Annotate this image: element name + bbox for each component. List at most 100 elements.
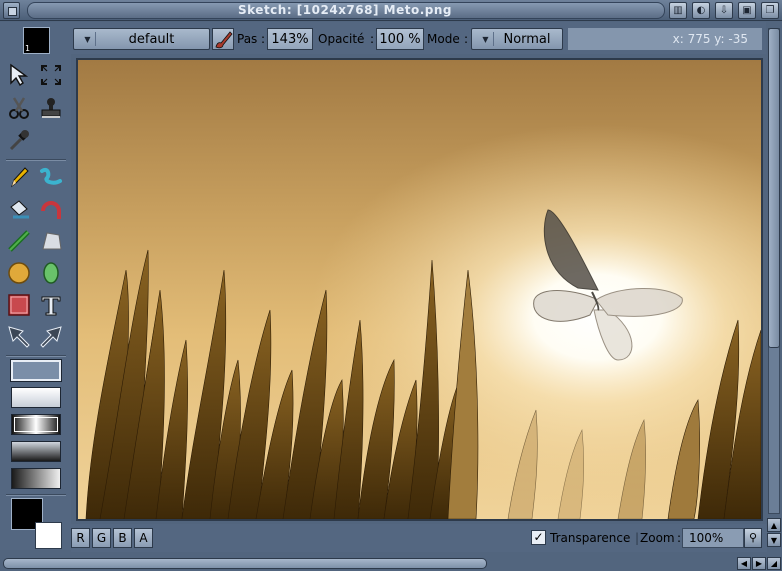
arrow-right-icon: ▶	[755, 559, 763, 568]
ellipse-tool-button[interactable]	[37, 259, 65, 287]
fill-style-framed-gradient-button[interactable]	[11, 414, 61, 435]
chevron-down-icon: ▼	[478, 32, 494, 46]
status-bar: R G B A ✓ Transparence | Zoom : 100% ⚲	[71, 524, 767, 552]
scroll-left-button[interactable]: ◀	[737, 557, 751, 570]
line-tool-button[interactable]	[5, 227, 33, 255]
eyedropper-tool-button[interactable]	[5, 126, 33, 154]
pencil-icon	[11, 167, 29, 188]
pas-label: Pas	[237, 32, 258, 46]
stamp-icon	[41, 98, 61, 118]
drawing-canvas[interactable]	[76, 58, 763, 521]
scroll-right-button[interactable]: ▶	[752, 557, 766, 570]
stamp-tool-button[interactable]	[37, 94, 65, 122]
depth-icon: ❐	[765, 5, 775, 16]
iconify-button[interactable]: ◐	[692, 2, 710, 19]
arrow-pointer-icon	[10, 63, 29, 86]
scroll-up-button[interactable]: ▲	[767, 518, 781, 532]
channel-g-button[interactable]: G	[92, 528, 111, 548]
brush-preset-dropdown[interactable]: ▼ default	[73, 28, 210, 50]
channel-a-button[interactable]: A	[134, 528, 153, 548]
blend-mode-dropdown[interactable]: ▼ Normal	[471, 28, 563, 50]
polygon-tool-button[interactable]	[37, 227, 65, 255]
fill-style-horizontal-gradient-button[interactable]	[11, 468, 61, 489]
ellipse-icon	[43, 262, 59, 284]
scroll-down-button[interactable]: ▼	[767, 533, 781, 547]
cut-tool-button[interactable]	[5, 94, 33, 122]
label-separator: :	[677, 531, 682, 545]
arc-icon	[41, 201, 61, 219]
current-color-swatch[interactable]: 1	[23, 27, 50, 54]
bucket-icon	[10, 200, 29, 219]
chevron-down-icon: ▼	[80, 32, 96, 46]
zoom-fit-tool-button[interactable]	[37, 61, 65, 89]
toolbox-separator	[6, 494, 66, 496]
move-left-tool-button[interactable]	[5, 323, 33, 351]
arrow-down-icon: ▼	[770, 535, 778, 545]
depth-button[interactable]: ❐	[761, 2, 779, 19]
color-index: 1	[25, 44, 31, 53]
transparency-label: Transparence	[550, 531, 631, 545]
fill-style-outline-button[interactable]	[10, 359, 62, 382]
circle-tool-button[interactable]	[5, 259, 33, 287]
title-bar: Sketch: [1024x768] Meto.png ▥ ◐ ⇩ ▣ ❐	[0, 0, 782, 21]
move-right-tool-button[interactable]	[37, 323, 65, 351]
fill-tool-button[interactable]	[5, 195, 33, 223]
arrow-ne-icon	[40, 326, 62, 348]
fill-style-light-gradient-button[interactable]	[11, 387, 61, 408]
zoom-value-field[interactable]: 100%	[682, 528, 744, 548]
freehand-tool-button[interactable]	[37, 163, 65, 191]
rectangle-tool-button[interactable]	[5, 291, 33, 319]
pas-value-field[interactable]: 143%	[267, 28, 313, 50]
transparency-checkbox[interactable]: ✓	[531, 530, 546, 545]
text-icon	[41, 296, 61, 316]
horizontal-scroll-thumb[interactable]	[3, 558, 487, 569]
magnifier-icon: ⚲	[748, 531, 758, 544]
expand-corners-icon	[41, 65, 61, 85]
fill-style-vertical-gradient-button[interactable]	[11, 441, 61, 462]
toolbox: 1	[0, 22, 71, 550]
circle-icon	[8, 262, 30, 284]
select-tool-button[interactable]	[5, 61, 33, 89]
label-separator: :	[261, 32, 266, 46]
toolbar-toggle-button[interactable]: ▥	[669, 2, 687, 19]
brush-preset-value: default	[128, 32, 175, 47]
text-tool-button[interactable]	[37, 291, 65, 319]
zoom-label: Zoom	[640, 531, 675, 545]
download-icon: ⇩	[719, 5, 729, 16]
background-color-swatch[interactable]	[35, 522, 62, 549]
arc-tool-button[interactable]	[37, 195, 65, 223]
line-icon	[8, 230, 30, 252]
opacity-value-field[interactable]: 100 %	[376, 28, 424, 50]
vertical-scrollbar[interactable]: ▲ ▼	[766, 22, 782, 550]
pencil-tool-button[interactable]	[5, 163, 33, 191]
iconify-icon: ◐	[696, 5, 706, 16]
checkmark-icon: ✓	[533, 530, 544, 544]
window-title: Sketch: [1024x768] Meto.png	[238, 3, 452, 17]
rectangle-icon	[8, 294, 30, 316]
fill-style-frame	[14, 417, 58, 432]
zoom-window-button[interactable]: ▣	[738, 2, 756, 19]
arrow-up-icon: ▲	[770, 520, 778, 530]
label-divider: |	[635, 531, 640, 545]
zoom-window-icon: ▣	[742, 5, 752, 16]
grid-icon: ▥	[673, 5, 683, 16]
eyedropper-icon	[9, 130, 29, 151]
brush-settings-button[interactable]	[212, 28, 234, 50]
channel-b-button[interactable]: B	[113, 528, 132, 548]
scissors-icon	[9, 97, 29, 119]
arrow-nw-icon	[8, 326, 30, 348]
zoom-button[interactable]: ⚲	[744, 528, 762, 548]
snapshot-button[interactable]: ⇩	[715, 2, 733, 19]
resize-gadget[interactable]: ◢	[767, 557, 781, 570]
channel-r-button[interactable]: R	[71, 528, 90, 548]
options-bar: ▼ default Pas : 143% Opacité : 100 % Mod…	[71, 22, 767, 54]
arrow-left-icon: ◀	[740, 559, 748, 568]
polygon-icon	[42, 232, 62, 250]
curve-icon	[40, 167, 62, 185]
blend-mode-value: Normal	[503, 32, 551, 47]
mode-label: Mode	[427, 32, 460, 46]
horizontal-scrollbar[interactable]: ◀ ▶ ◢	[0, 556, 782, 571]
label-separator: :	[464, 32, 469, 46]
vertical-scroll-thumb[interactable]	[768, 28, 780, 348]
paintbrush-icon	[215, 31, 233, 49]
